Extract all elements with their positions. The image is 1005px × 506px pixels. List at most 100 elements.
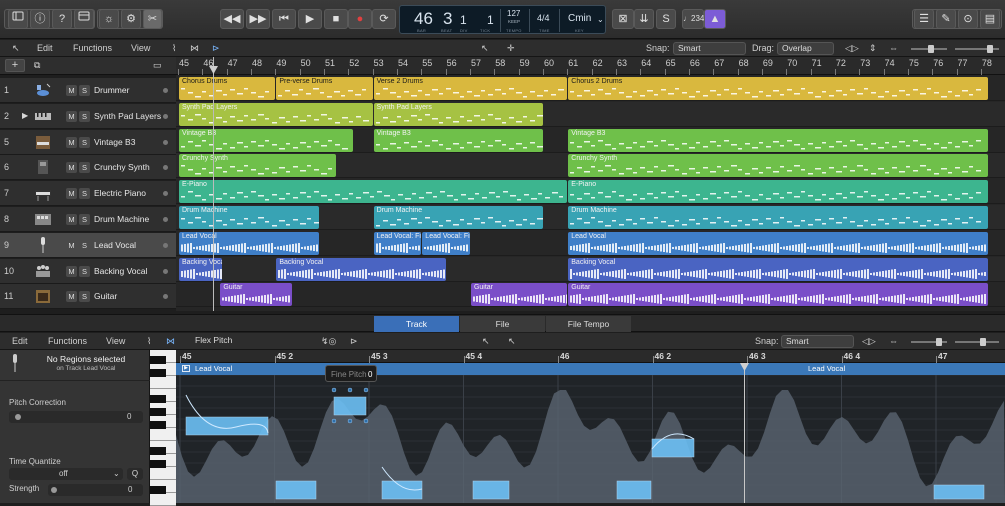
tab-track[interactable]: Track: [374, 316, 459, 332]
region[interactable]: Backing Vocal: [276, 257, 446, 281]
record-enable-dot[interactable]: [163, 88, 168, 93]
region[interactable]: Vintage B3: [373, 128, 543, 152]
editor-catch-icon[interactable]: ⊳: [350, 336, 358, 347]
toolbar-button[interactable]: [74, 9, 94, 29]
record-enable-dot[interactable]: [163, 165, 168, 171]
tab-file-tempo[interactable]: File Tempo: [546, 316, 631, 332]
metronome-button[interactable]: ▲: [704, 9, 726, 29]
solo-button[interactable]: S: [79, 265, 90, 277]
mute-button[interactable]: M: [66, 85, 77, 96]
track-stack-icon[interactable]: ⧉: [34, 60, 40, 71]
black-key[interactable]: [150, 486, 166, 494]
tab-file[interactable]: File: [460, 316, 545, 332]
record-enable-dot[interactable]: [163, 139, 168, 145]
region[interactable]: Crunchy Synth: [179, 154, 337, 178]
strength-slider[interactable]: 0: [48, 484, 143, 496]
edit-menu[interactable]: Edit: [37, 43, 53, 53]
track-header[interactable]: 2 ▶ M S Synth Pad Layers: [0, 103, 176, 129]
region[interactable]: Drum Machine: [373, 206, 543, 229]
pitch-correction-slider[interactable]: 0: [9, 411, 143, 423]
vertical-zoom-knob[interactable]: [928, 45, 934, 53]
white-key[interactable]: [150, 376, 176, 389]
piano-keyboard[interactable]: [150, 350, 176, 506]
track-name[interactable]: Vintage B3: [94, 137, 135, 147]
region[interactable]: Guitar: [470, 283, 568, 307]
mute-button[interactable]: M: [66, 265, 77, 277]
region[interactable]: Lead Vocal: Final C: [422, 231, 470, 255]
region[interactable]: Drum Machine: [179, 206, 320, 229]
region[interactable]: Chorus 2 Drums: [568, 77, 989, 100]
region[interactable]: Chorus Drums: [179, 77, 276, 100]
editor-snap-dropdown[interactable]: Smart: [781, 335, 854, 348]
waveform-zoom-icon[interactable]: ◁▷: [845, 43, 859, 54]
back-icon[interactable]: ↖: [12, 43, 20, 54]
strength-knob[interactable]: [51, 487, 57, 493]
solo-button[interactable]: S: [79, 110, 90, 122]
track-header[interactable]: 1 M S Drummer: [0, 78, 176, 103]
region[interactable]: E-Piano: [568, 180, 989, 204]
record-enable-dot[interactable]: [163, 294, 168, 300]
mute-button[interactable]: M: [66, 291, 77, 303]
track-name[interactable]: Electric Piano: [94, 188, 146, 198]
region[interactable]: Lead Vocal: [179, 231, 320, 255]
editor-fit-icon[interactable]: ⇔: [889, 336, 898, 346]
solo-button[interactable]: S: [79, 162, 90, 174]
add-track-button[interactable]: +: [5, 59, 25, 72]
black-key[interactable]: [150, 369, 166, 377]
track-header[interactable]: 10 M S Backing Vocal: [0, 258, 176, 284]
region[interactable]: Lead Vocal: [568, 231, 989, 255]
note-pad-button[interactable]: ✎: [936, 9, 956, 29]
track-name[interactable]: Drummer: [94, 85, 129, 95]
region[interactable]: Pre-verse Drums: [276, 77, 373, 100]
editor-secondary-pointer-icon[interactable]: ↖: [508, 336, 516, 347]
editor-edit-menu[interactable]: Edit: [12, 336, 28, 346]
region[interactable]: Backing Vocal: [179, 257, 222, 281]
solo-button[interactable]: S: [79, 136, 90, 148]
cycle-button[interactable]: ⟳: [372, 9, 396, 29]
editor-waveform-zoom-icon[interactable]: ◁▷: [862, 336, 876, 347]
lcd-dropdown-icon[interactable]: ⌄: [597, 15, 604, 24]
mute-button[interactable]: M: [66, 188, 77, 200]
black-key[interactable]: [150, 395, 166, 403]
mute-button[interactable]: M: [66, 110, 77, 122]
track-header[interactable]: 8 M S Drum Machine: [0, 207, 176, 232]
pitch-correction-knob[interactable]: [15, 414, 21, 420]
track-header[interactable]: 7 M S Electric Piano: [0, 181, 176, 207]
record-button[interactable]: ●: [348, 9, 372, 29]
black-key[interactable]: [150, 408, 166, 416]
horizontal-zoom-knob[interactable]: [987, 45, 993, 53]
editor-horizontal-zoom-slider[interactable]: [955, 341, 999, 343]
mute-button[interactable]: M: [66, 214, 77, 225]
solo-button[interactable]: S: [79, 291, 90, 303]
region[interactable]: Vintage B3: [179, 128, 354, 152]
timeline-ruler[interactable]: 45 46 47 48 49 50 51 52 53 54 55 56 57 58 59 60 61 62 63 64…: [176, 57, 1005, 75]
region[interactable]: Synth Pad Layers: [373, 102, 543, 126]
smart-controls-button[interactable]: ☼: [99, 9, 119, 29]
marquee-tool-icon[interactable]: ✛: [507, 43, 515, 54]
automation-icon[interactable]: ⌇: [172, 43, 176, 54]
track-name[interactable]: Drum Machine: [94, 214, 149, 224]
solo-button[interactable]: S: [79, 85, 90, 96]
flex-pitch-editor[interactable]: ▶ Lead Vocal Lead Vocal Fine Pitch 0: [176, 363, 1005, 503]
region[interactable]: Lead Vocal: Final C: [373, 231, 422, 255]
track-name[interactable]: Guitar: [94, 291, 117, 301]
rewind-button[interactable]: ◀◀: [220, 9, 244, 29]
solo-button[interactable]: S: [79, 188, 90, 200]
flex-icon[interactable]: ⋈: [190, 43, 199, 54]
drag-dropdown[interactable]: Overlap: [777, 42, 834, 55]
pointer-tool-icon[interactable]: ↖: [481, 43, 489, 54]
black-key[interactable]: [150, 421, 166, 429]
editors-button[interactable]: ✂: [143, 9, 162, 29]
inspector-button[interactable]: ⓘ: [30, 9, 50, 29]
editor-ruler[interactable]: 45 45 2 45 3 45 4 46 46 2 46 3 46 4 47: [176, 350, 1005, 363]
list-editors-button[interactable]: ☰: [914, 9, 934, 29]
fit-vertical-icon[interactable]: ⇕: [869, 43, 877, 54]
track-header[interactable]: 9 M S Lead Vocal: [0, 232, 176, 258]
region[interactable]: Vintage B3: [568, 128, 989, 152]
go-to-beginning-button[interactable]: ⏮: [272, 9, 296, 29]
tracks-area[interactable]: Chorus Drums Pre-verse Drums Verse 2 Drums…: [176, 75, 1005, 311]
quick-help-button[interactable]: ?: [52, 9, 72, 29]
track-header[interactable]: 5 M S Vintage B3: [0, 129, 176, 155]
global-tracks-icon[interactable]: ▭: [153, 60, 162, 71]
time-quantize-dropdown[interactable]: off ⌄: [9, 468, 123, 480]
